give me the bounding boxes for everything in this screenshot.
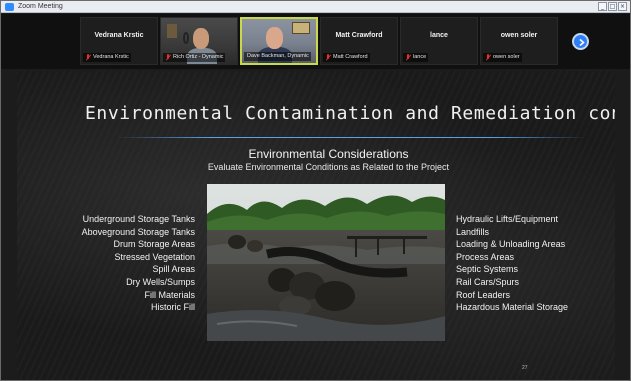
participant-tile[interactable]: Matt Crawford Matt Crawford <box>320 17 398 65</box>
list-item: Drum Storage Areas <box>113 239 195 250</box>
mic-muted-icon <box>405 54 411 61</box>
contaminated-site-photo <box>207 184 445 341</box>
participant-label: Matt Crawford <box>323 53 370 62</box>
zoom-window: Zoom Meeting _ □ × Vedrana Krstic Vedran… <box>0 0 631 381</box>
shared-screen-slide: Environmental Contamination and Remediat… <box>17 71 615 380</box>
zoom-app-icon <box>5 3 14 11</box>
list-item: Dry Wells/Sumps <box>126 276 195 287</box>
mic-muted-icon <box>325 54 331 61</box>
mic-muted-icon <box>165 54 171 61</box>
participant-strip: Vedrana Krstic Vedrana Krstic Rich Ortiz… <box>1 14 630 69</box>
list-item: Spill Areas <box>152 264 195 275</box>
title-divider <box>117 137 587 138</box>
close-button[interactable]: × <box>618 2 627 11</box>
participant-tile[interactable]: lance lance <box>400 17 478 65</box>
maximize-button[interactable]: □ <box>608 2 617 11</box>
participant-label: Vedrana Krstic <box>83 53 131 62</box>
list-item: Underground Storage Tanks <box>82 214 195 224</box>
list-item: Septic Systems <box>456 264 519 275</box>
participant-label: Rich Ortiz - Dynamic <box>163 53 226 62</box>
list-item: Fill Materials <box>144 289 195 300</box>
participant-name: lance <box>430 32 448 39</box>
slide-title: Environmental Contamination and Remediat… <box>85 103 615 124</box>
list-item: Rail Cars/Spurs <box>456 276 520 287</box>
mic-muted-icon <box>85 54 91 61</box>
headset-icon <box>183 32 189 44</box>
title-bar: Zoom Meeting _ □ × <box>1 1 630 13</box>
list-item: Aboveground Storage Tanks <box>81 226 195 237</box>
minimize-button[interactable]: _ <box>598 2 607 11</box>
window-controls: _ □ × <box>598 2 627 11</box>
participant-name: owen soler <box>500 32 538 39</box>
slide-page-number: 27 <box>522 365 528 371</box>
participant-label: Dave Backman, Dynamic <box>244 52 311 61</box>
list-item: Stressed Vegetation <box>114 251 195 262</box>
participant-tile[interactable]: Vedrana Krstic Vedrana Krstic <box>80 17 158 65</box>
wall-picture <box>167 24 177 38</box>
list-item: Loading & Unloading Areas <box>456 239 566 250</box>
participant-name: Vedrana Krstic <box>94 32 144 39</box>
list-item: Hydraulic Lifts/Equipment <box>456 214 559 224</box>
participant-name: Matt Crawford <box>335 32 383 39</box>
list-item: Process Areas <box>456 251 515 262</box>
slide-subtitle: Environmental Considerations <box>248 147 409 161</box>
mic-muted-icon <box>485 54 491 61</box>
participant-video-tile[interactable]: Rich Ortiz - Dynamic <box>160 17 238 65</box>
list-item: Historic Fill <box>151 302 195 313</box>
list-item: Landfills <box>456 226 490 237</box>
next-page-button[interactable] <box>572 33 589 50</box>
person-head <box>266 27 283 49</box>
participant-label: lance <box>403 53 429 62</box>
left-consideration-list: Underground Storage Tanks Aboveground St… <box>57 213 195 314</box>
right-consideration-list: Hydraulic Lifts/Equipment Landfills Load… <box>456 213 615 314</box>
slide-description: Evaluate Environmental Conditions as Rel… <box>207 162 450 172</box>
participant-label: owen soler <box>483 53 522 62</box>
window-title: Zoom Meeting <box>18 3 63 10</box>
participant-tile[interactable]: owen soler owen soler <box>480 17 558 65</box>
list-item: Hazardous Material Storage <box>456 302 569 313</box>
wall-picture <box>292 22 310 34</box>
chevron-right-icon <box>579 38 585 47</box>
participant-video-tile-speaking[interactable]: Dave Backman, Dynamic <box>240 17 318 65</box>
person-head <box>193 28 209 49</box>
list-item: Roof Leaders <box>456 289 511 300</box>
